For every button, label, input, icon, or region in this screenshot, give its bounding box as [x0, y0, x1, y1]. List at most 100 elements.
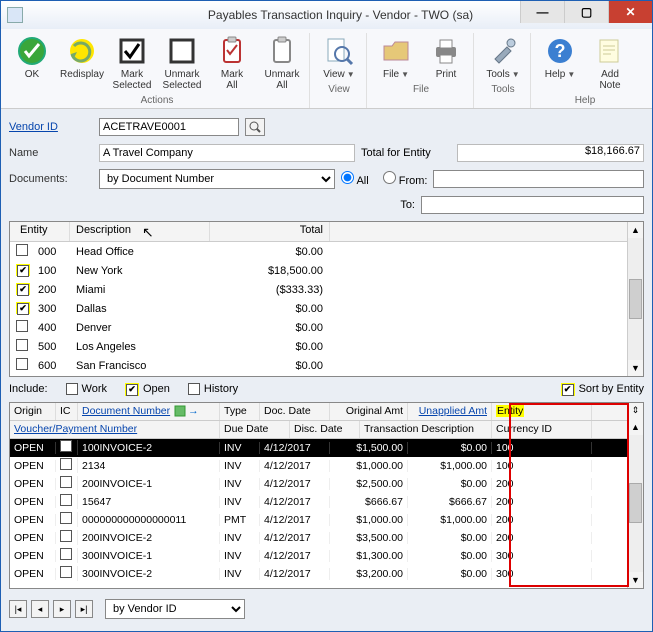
- radio-from[interactable]: From:: [383, 171, 428, 187]
- col-original-amt[interactable]: Original Amt: [330, 403, 408, 420]
- add-note-button[interactable]: Add Note: [587, 33, 633, 93]
- redisplay-button[interactable]: Redisplay: [59, 33, 105, 93]
- col-disc-date[interactable]: Disc. Date: [290, 421, 360, 438]
- entity-scrollbar[interactable]: ▲ ▼: [627, 222, 643, 376]
- entity-desc: New York: [70, 265, 210, 277]
- entity-row[interactable]: 600San Francisco$0.00: [10, 356, 627, 375]
- refresh-icon: [66, 35, 98, 67]
- dropdown-icon: ▼: [401, 70, 409, 79]
- col-origin[interactable]: Origin: [10, 403, 56, 420]
- entity-row[interactable]: 200Miami($333.33): [10, 280, 627, 299]
- close-button[interactable]: ✕: [608, 1, 652, 23]
- total-entity-value: $18,166.67: [457, 144, 644, 162]
- magnifier-icon: [249, 121, 261, 133]
- entity-desc: Dallas: [70, 303, 210, 315]
- entity-checkbox[interactable]: [16, 244, 28, 256]
- transaction-row[interactable]: OPEN100INVOICE-2INV4/12/2017$1,500.00$0.…: [10, 439, 627, 457]
- ok-button[interactable]: OK: [9, 33, 55, 93]
- entity-row[interactable]: 300Dallas$0.00: [10, 299, 627, 318]
- transaction-row[interactable]: OPEN200INVOICE-2INV4/12/2017$3,500.00$0.…: [10, 529, 627, 547]
- ic-checkbox[interactable]: [60, 512, 72, 524]
- view-button[interactable]: View▼: [316, 33, 362, 82]
- entity-checkbox[interactable]: [16, 358, 28, 370]
- include-open-checkbox[interactable]: Open: [125, 383, 170, 396]
- help-button[interactable]: ? Help▼: [537, 33, 583, 93]
- ic-checkbox[interactable]: [60, 458, 72, 470]
- print-button[interactable]: Print: [423, 33, 469, 82]
- entity-checkbox[interactable]: [16, 339, 28, 351]
- ic-checkbox[interactable]: [60, 530, 72, 542]
- col-document-number[interactable]: Document Number →: [78, 403, 220, 420]
- col-due-date[interactable]: Due Date: [220, 421, 290, 438]
- transaction-row[interactable]: OPEN15647INV4/12/2017$666.67$666.67200: [10, 493, 627, 511]
- include-history-checkbox[interactable]: History: [188, 383, 238, 395]
- tools-button[interactable]: Tools▼: [480, 33, 526, 82]
- nav-prev-button[interactable]: ◂: [31, 600, 49, 618]
- col-entity[interactable]: Entity: [492, 403, 592, 420]
- nav-first-button[interactable]: |◂: [9, 600, 27, 618]
- unmark-selected-button[interactable]: Unmark Selected: [159, 33, 205, 93]
- ic-checkbox[interactable]: [60, 548, 72, 560]
- entity-id: 200: [32, 284, 70, 296]
- scroll-up-icon[interactable]: ▲: [628, 419, 643, 435]
- entity-checkbox[interactable]: [17, 265, 29, 277]
- ribbon-group-actions: OK Redisplay Mark Selected Unmark Select…: [5, 33, 310, 108]
- mark-selected-button[interactable]: Mark Selected: [109, 33, 155, 93]
- ic-checkbox[interactable]: [60, 476, 72, 488]
- col-total[interactable]: Total: [210, 222, 330, 241]
- ic-checkbox[interactable]: [60, 494, 72, 506]
- nav-last-button[interactable]: ▸|: [75, 600, 93, 618]
- unmark-all-button[interactable]: Unmark All: [259, 33, 305, 93]
- include-work-checkbox[interactable]: Work: [66, 383, 107, 395]
- entity-checkbox[interactable]: [17, 284, 29, 296]
- documents-select[interactable]: by Document Number: [99, 169, 335, 189]
- vendor-lookup-button[interactable]: [245, 118, 265, 136]
- col-currency-id[interactable]: Currency ID: [492, 421, 592, 438]
- col-voucher-number[interactable]: Voucher/Payment Number: [10, 421, 220, 438]
- vendor-id-label[interactable]: Vendor ID: [9, 121, 93, 133]
- scroll-up-icon[interactable]: ▲: [628, 222, 643, 238]
- vendor-id-input[interactable]: [99, 118, 239, 136]
- nav-next-button[interactable]: ▸: [53, 600, 71, 618]
- ic-checkbox[interactable]: [60, 566, 72, 578]
- entity-row[interactable]: 400Denver$0.00: [10, 318, 627, 337]
- nav-sort-select[interactable]: by Vendor ID: [105, 599, 245, 619]
- ribbon-toolbar: OK Redisplay Mark Selected Unmark Select…: [1, 29, 652, 109]
- trans-scrollbar[interactable]: ⇕ ▲ ▼: [627, 403, 643, 589]
- col-doc-date[interactable]: Doc. Date: [260, 403, 330, 420]
- transaction-row[interactable]: OPEN300INVOICE-1INV4/12/2017$1,300.00$0.…: [10, 547, 627, 565]
- entity-row[interactable]: 500Los Angeles$0.00: [10, 337, 627, 356]
- col-description[interactable]: Description ↖: [70, 222, 210, 241]
- scroll-down-icon[interactable]: ▼: [628, 572, 643, 588]
- col-ic[interactable]: IC: [56, 403, 78, 420]
- col-type[interactable]: Type: [220, 403, 260, 420]
- sort-by-entity-checkbox[interactable]: Sort by Entity: [561, 383, 644, 396]
- ic-checkbox[interactable]: [60, 440, 72, 452]
- transaction-row[interactable]: OPEN300INVOICE-2INV4/12/2017$3,200.00$0.…: [10, 565, 627, 583]
- entity-checkbox[interactable]: [16, 320, 28, 332]
- maximize-button[interactable]: ▢: [564, 1, 608, 23]
- range-from-input[interactable]: [433, 170, 644, 188]
- transaction-row[interactable]: OPEN200INVOICE-1INV4/12/2017$2,500.00$0.…: [10, 475, 627, 493]
- col-unapplied-amt[interactable]: Unapplied Amt: [408, 403, 492, 420]
- scroll-thumb[interactable]: [629, 483, 642, 523]
- file-button[interactable]: File▼: [373, 33, 419, 82]
- radio-all[interactable]: All: [341, 171, 369, 187]
- col-transaction-desc[interactable]: Transaction Description: [360, 421, 492, 438]
- minimize-button[interactable]: —: [520, 1, 564, 23]
- col-entity[interactable]: Entity: [10, 222, 70, 241]
- entity-id: 100: [32, 265, 70, 277]
- entity-total: $0.00: [210, 360, 330, 372]
- expand-rows-icon[interactable]: ⇕: [628, 403, 643, 419]
- transaction-row[interactable]: OPEN000000000000000011PMT4/12/2017$1,000…: [10, 511, 627, 529]
- mark-all-button[interactable]: Mark All: [209, 33, 255, 93]
- scroll-thumb[interactable]: [629, 279, 642, 319]
- scroll-down-icon[interactable]: ▼: [628, 360, 643, 376]
- entity-checkbox[interactable]: [17, 303, 29, 315]
- entity-total: $0.00: [210, 246, 330, 258]
- range-to-input[interactable]: [421, 196, 644, 214]
- transaction-row[interactable]: OPEN2134INV4/12/2017$1,000.00$1,000.0010…: [10, 457, 627, 475]
- entity-row[interactable]: 000Head Office$0.00: [10, 242, 627, 261]
- entity-row[interactable]: 100New York$18,500.00: [10, 261, 627, 280]
- app-icon: [7, 7, 23, 23]
